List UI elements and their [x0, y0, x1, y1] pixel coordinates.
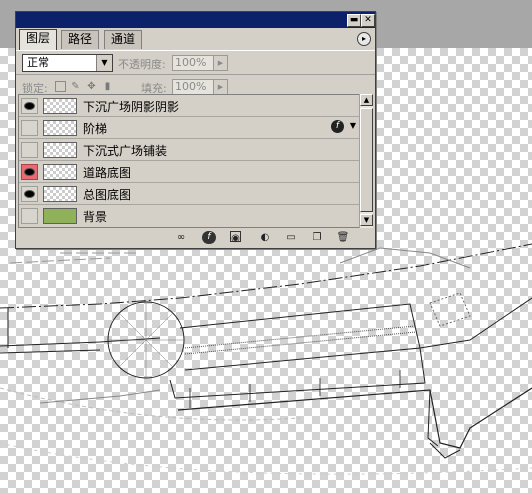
layer-name: 道路底图	[83, 166, 132, 180]
minimize-icon: ▬	[349, 15, 359, 25]
layer-thumbnail	[43, 208, 77, 224]
layer-row[interactable]: 总图底图	[19, 183, 360, 205]
layer-thumbnail	[43, 164, 77, 180]
opacity-slider-button[interactable]: ▶	[213, 55, 228, 71]
layer-row[interactable]: 下沉式广场铺装	[19, 139, 360, 161]
eye-icon	[25, 169, 34, 175]
layer-row[interactable]: 阶梯 f ▼	[19, 117, 360, 139]
visibility-toggle[interactable]	[21, 186, 38, 202]
lock-transparency-icon[interactable]	[55, 81, 66, 92]
layers-scrollbar[interactable]: ▲ ▼	[359, 94, 373, 228]
layer-thumbnail	[43, 120, 77, 136]
visibility-toggle[interactable]	[21, 120, 38, 136]
eye-icon	[25, 191, 34, 197]
lock-brush-icon[interactable]: ✎	[70, 81, 81, 92]
expand-effects-icon[interactable]: ▼	[350, 121, 356, 130]
close-icon: ✕	[364, 15, 372, 25]
lock-move-icon[interactable]: ✥	[86, 81, 97, 92]
layers-palette: ▬ ✕ 图层 路径 通道 ▸ 正常 ▼ 不透明度: 100% ▶ 锁定: ✎ ✥…	[15, 11, 376, 249]
tab-layers[interactable]: 图层	[19, 29, 58, 50]
tab-paths[interactable]: 路径	[61, 30, 100, 49]
palette-menu-button[interactable]: ▸	[357, 32, 371, 46]
scroll-thumb[interactable]	[360, 108, 373, 212]
layer-style-icon[interactable]: f	[202, 231, 216, 244]
scroll-down-button[interactable]: ▼	[360, 214, 373, 226]
fill-slider-button[interactable]: ▶	[213, 79, 228, 95]
layer-name: 背景	[83, 210, 108, 224]
blend-opacity-row: 正常 ▼ 不透明度: 100% ▶	[16, 50, 375, 75]
new-layer-icon[interactable]: ❐	[310, 231, 324, 244]
layer-name: 下沉式广场铺装	[83, 144, 168, 158]
layer-effects-icon[interactable]: f	[331, 120, 344, 133]
layer-name: 总图底图	[83, 188, 132, 202]
layer-thumbnail	[43, 142, 77, 158]
trash-icon[interactable]: 🗑	[336, 231, 350, 244]
layers-list: 下沉广场阴影阴影 阶梯 f ▼ 下沉式广场铺装 道路底图 总图底图 背景	[18, 94, 361, 228]
tab-channels[interactable]: 通道	[104, 30, 143, 49]
close-button[interactable]: ✕	[361, 14, 375, 27]
minimize-button[interactable]: ▬	[347, 14, 361, 27]
adjustment-icon[interactable]: ◐	[258, 231, 272, 244]
opacity-field[interactable]: 100%	[172, 55, 214, 71]
group-folder-icon[interactable]: ▭	[284, 231, 298, 244]
palette-titlebar[interactable]: ▬ ✕	[16, 12, 375, 28]
lock-all-icon[interactable]: ▮	[102, 81, 113, 92]
layer-thumbnail	[43, 186, 77, 202]
scroll-up-button[interactable]: ▲	[360, 94, 373, 106]
visibility-toggle[interactable]	[21, 208, 38, 224]
palette-bottom-toolbar: ∞ f ◉ ◐ ▭ ❐ 🗑	[16, 228, 375, 248]
layer-name: 阶梯	[83, 122, 108, 136]
opacity-label: 不透明度:	[118, 58, 166, 71]
palette-tabs: 图层 路径 通道	[16, 28, 375, 50]
layer-thumbnail	[43, 98, 77, 114]
visibility-toggle[interactable]	[21, 98, 38, 114]
layer-row[interactable]: 下沉广场阴影阴影	[19, 95, 360, 117]
visibility-toggle[interactable]	[21, 142, 38, 158]
layer-row[interactable]: 背景	[19, 205, 360, 226]
mask-icon[interactable]: ◉	[230, 231, 241, 244]
blend-mode-value: 正常	[27, 56, 49, 69]
blend-mode-select[interactable]: 正常 ▼	[22, 54, 113, 72]
layer-row[interactable]: 道路底图	[19, 161, 360, 183]
palette-menu-icon: ▸	[361, 34, 366, 43]
chevron-down-icon: ▼	[96, 55, 112, 71]
eye-icon	[25, 103, 34, 109]
fill-field[interactable]: 100%	[172, 79, 214, 95]
visibility-toggle[interactable]	[21, 164, 38, 180]
link-icon[interactable]: ∞	[174, 231, 188, 244]
layer-name: 下沉广场阴影阴影	[83, 100, 180, 114]
